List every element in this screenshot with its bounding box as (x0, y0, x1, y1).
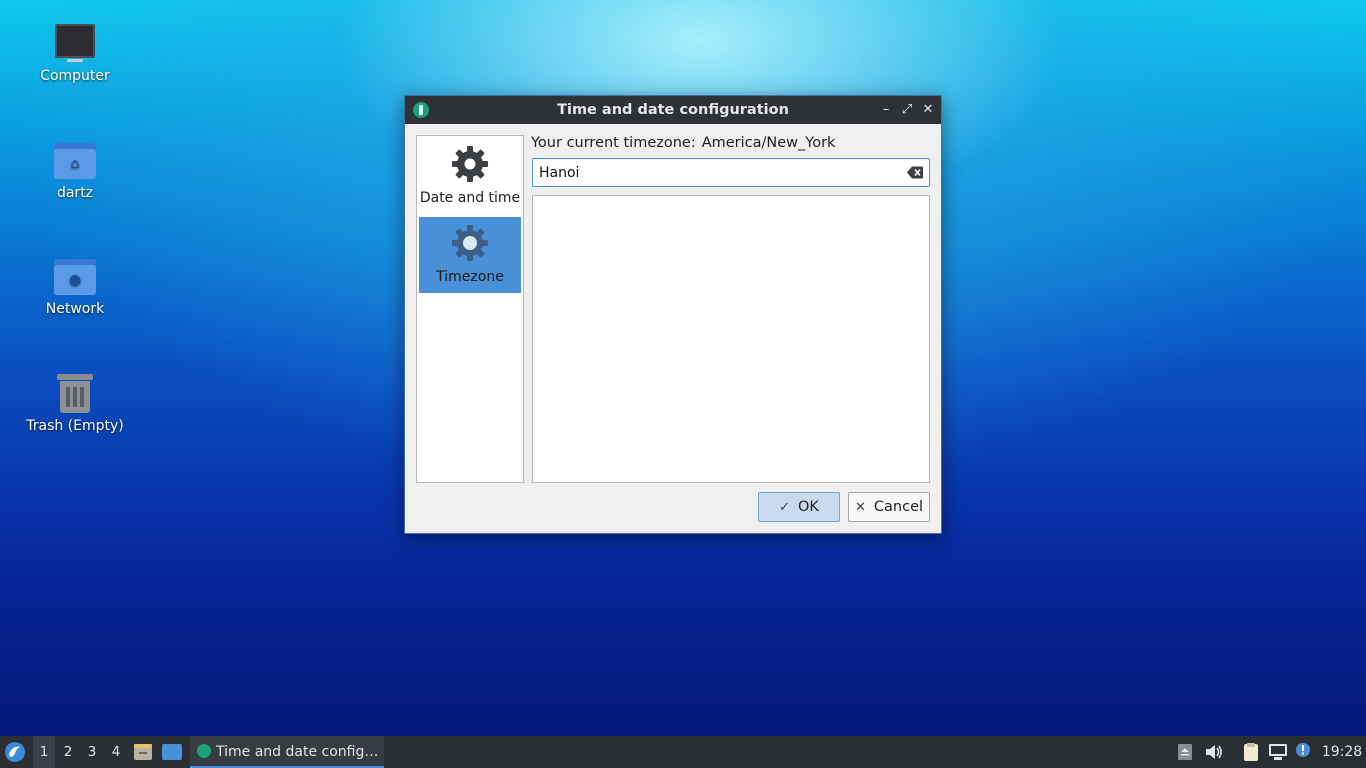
show-desktop-launcher[interactable] (161, 736, 185, 768)
cancel-button[interactable]: ✕ Cancel (848, 492, 930, 522)
workspace-4[interactable]: 4 (105, 736, 127, 768)
lubuntu-logo-icon (5, 742, 25, 762)
desktop-icon-label: Network (45, 301, 105, 317)
workspace-1[interactable]: 1 (33, 736, 55, 768)
desktop-icon-home-folder[interactable]: ⌂ dartz (20, 143, 130, 201)
trash-icon (57, 372, 93, 414)
desktop-icon-label: Trash (Empty) (26, 418, 124, 434)
desktop-icon (162, 744, 182, 760)
timezone-search-input[interactable] (539, 163, 889, 183)
workspace-2[interactable]: 2 (57, 736, 79, 768)
minimize-icon[interactable]: – (877, 100, 895, 120)
notification-icon[interactable] (1295, 736, 1315, 768)
start-menu-button[interactable] (4, 736, 28, 768)
dialog-titlebar[interactable]: Time and date configuration – ⤢ ✕ (405, 96, 941, 124)
ok-button-label: OK (797, 499, 819, 515)
clipboard-icon[interactable] (1241, 736, 1263, 768)
ok-button[interactable]: ✓ OK (758, 492, 840, 522)
close-icon[interactable]: ✕ (919, 100, 937, 120)
taskbar: 1 2 3 4 Time and date config… 19:28 (0, 736, 1366, 768)
file-manager-icon (134, 744, 152, 760)
network-icon[interactable] (1268, 736, 1290, 768)
taskbar-task-time-date[interactable]: Time and date config… (190, 736, 384, 768)
check-icon: ✓ (779, 500, 790, 515)
timezone-gear-icon (452, 225, 488, 261)
dialog-title: Time and date configuration (557, 102, 789, 118)
desktop-icon-label: Computer (40, 68, 110, 84)
taskbar-task-label: Time and date config… (216, 744, 379, 760)
timezone-results-list[interactable] (532, 195, 930, 483)
time-date-app-icon (197, 744, 211, 758)
clock[interactable]: 19:28 (1318, 736, 1366, 768)
workspace-3[interactable]: 3 (81, 736, 103, 768)
network-folder-icon: ● (54, 259, 96, 295)
home-folder-icon: ⌂ (54, 143, 96, 179)
current-timezone-value: America/New_York (701, 135, 836, 151)
sidebar-item-label: Date and time (419, 190, 521, 206)
desktop-icon-label: dartz (56, 185, 94, 201)
gear-icon (452, 146, 488, 182)
sidebar-item-timezone[interactable]: Timezone (419, 217, 521, 293)
desktop-icon-trash[interactable]: Trash (Empty) (20, 372, 130, 434)
time-date-dialog: Time and date configuration – ⤢ ✕ Date a… (404, 95, 942, 534)
computer-icon (55, 24, 95, 62)
file-manager-launcher[interactable] (133, 736, 155, 768)
timezone-search-field[interactable] (532, 158, 930, 187)
volume-icon[interactable] (1204, 736, 1226, 768)
x-icon: ✕ (854, 500, 866, 515)
desktop-icon-network[interactable]: ● Network (20, 259, 130, 317)
cancel-button-label: Cancel (873, 499, 924, 515)
current-timezone-row: Your current timezone: America/New_York (531, 135, 835, 151)
desktop-icon-computer[interactable]: Computer (20, 24, 130, 84)
sidebar-item-date-and-time[interactable]: Date and time (419, 138, 521, 214)
sidebar-item-label: Timezone (436, 269, 504, 285)
clear-text-icon[interactable] (907, 166, 923, 179)
eject-tray-icon[interactable] (1177, 736, 1195, 768)
current-timezone-label: Your current timezone: (531, 135, 696, 151)
maximize-icon[interactable]: ⤢ (898, 100, 916, 120)
category-sidebar: Date and time Timezone (416, 135, 524, 483)
